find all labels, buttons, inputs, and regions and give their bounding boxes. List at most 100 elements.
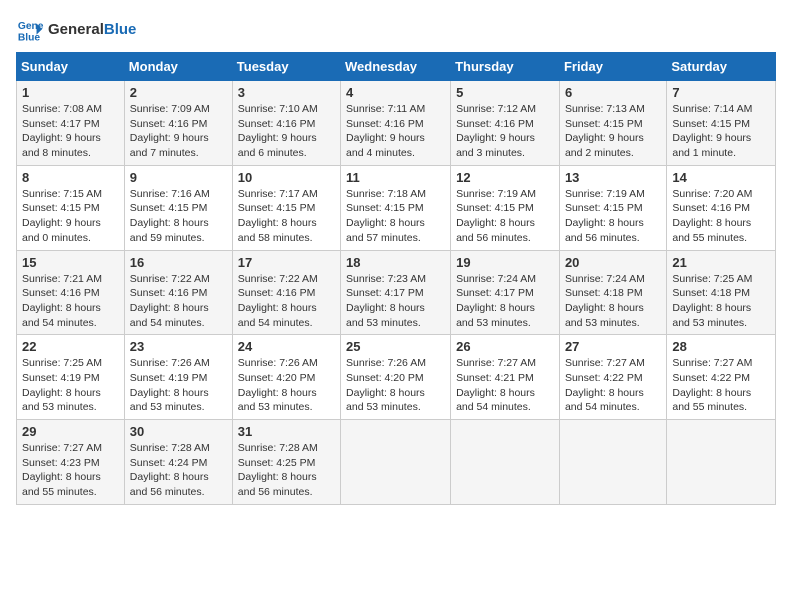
day-cell: 25 Sunrise: 7:26 AMSunset: 4:20 PMDaylig… — [341, 335, 451, 420]
day-number: 18 — [346, 255, 445, 270]
day-number: 19 — [456, 255, 554, 270]
day-info: Sunrise: 7:24 AMSunset: 4:17 PMDaylight:… — [456, 272, 554, 331]
day-cell — [341, 420, 451, 505]
day-number: 14 — [672, 170, 770, 185]
day-header-saturday: Saturday — [667, 53, 776, 81]
day-number: 5 — [456, 85, 554, 100]
day-cell: 11 Sunrise: 7:18 AMSunset: 4:15 PMDaylig… — [341, 165, 451, 250]
calendar-table: SundayMondayTuesdayWednesdayThursdayFrid… — [16, 52, 776, 505]
day-cell: 1 Sunrise: 7:08 AMSunset: 4:17 PMDayligh… — [17, 81, 125, 166]
day-cell: 27 Sunrise: 7:27 AMSunset: 4:22 PMDaylig… — [559, 335, 666, 420]
day-info: Sunrise: 7:14 AMSunset: 4:15 PMDaylight:… — [672, 102, 770, 161]
day-cell: 20 Sunrise: 7:24 AMSunset: 4:18 PMDaylig… — [559, 250, 666, 335]
day-number: 7 — [672, 85, 770, 100]
day-number: 10 — [238, 170, 335, 185]
day-cell — [559, 420, 666, 505]
day-info: Sunrise: 7:26 AMSunset: 4:20 PMDaylight:… — [238, 356, 335, 415]
logo-text: GeneralBlue — [48, 21, 136, 39]
day-info: Sunrise: 7:24 AMSunset: 4:18 PMDaylight:… — [565, 272, 661, 331]
day-cell: 8 Sunrise: 7:15 AMSunset: 4:15 PMDayligh… — [17, 165, 125, 250]
day-info: Sunrise: 7:25 AMSunset: 4:18 PMDaylight:… — [672, 272, 770, 331]
day-info: Sunrise: 7:12 AMSunset: 4:16 PMDaylight:… — [456, 102, 554, 161]
day-number: 1 — [22, 85, 119, 100]
day-info: Sunrise: 7:19 AMSunset: 4:15 PMDaylight:… — [565, 187, 661, 246]
day-info: Sunrise: 7:27 AMSunset: 4:21 PMDaylight:… — [456, 356, 554, 415]
day-info: Sunrise: 7:10 AMSunset: 4:16 PMDaylight:… — [238, 102, 335, 161]
day-info: Sunrise: 7:18 AMSunset: 4:15 PMDaylight:… — [346, 187, 445, 246]
day-cell: 29 Sunrise: 7:27 AMSunset: 4:23 PMDaylig… — [17, 420, 125, 505]
day-number: 29 — [22, 424, 119, 439]
day-cell: 15 Sunrise: 7:21 AMSunset: 4:16 PMDaylig… — [17, 250, 125, 335]
day-cell — [667, 420, 776, 505]
logo: General Blue GeneralBlue — [16, 16, 136, 44]
day-number: 12 — [456, 170, 554, 185]
day-info: Sunrise: 7:08 AMSunset: 4:17 PMDaylight:… — [22, 102, 119, 161]
day-cell: 31 Sunrise: 7:28 AMSunset: 4:25 PMDaylig… — [232, 420, 340, 505]
page-header: General Blue GeneralBlue — [16, 16, 776, 44]
day-number: 20 — [565, 255, 661, 270]
day-cell: 17 Sunrise: 7:22 AMSunset: 4:16 PMDaylig… — [232, 250, 340, 335]
day-header-sunday: Sunday — [17, 53, 125, 81]
day-cell: 4 Sunrise: 7:11 AMSunset: 4:16 PMDayligh… — [341, 81, 451, 166]
day-number: 17 — [238, 255, 335, 270]
day-cell: 22 Sunrise: 7:25 AMSunset: 4:19 PMDaylig… — [17, 335, 125, 420]
day-cell: 13 Sunrise: 7:19 AMSunset: 4:15 PMDaylig… — [559, 165, 666, 250]
day-cell: 2 Sunrise: 7:09 AMSunset: 4:16 PMDayligh… — [124, 81, 232, 166]
day-info: Sunrise: 7:20 AMSunset: 4:16 PMDaylight:… — [672, 187, 770, 246]
day-cell: 10 Sunrise: 7:17 AMSunset: 4:15 PMDaylig… — [232, 165, 340, 250]
day-number: 22 — [22, 339, 119, 354]
day-info: Sunrise: 7:25 AMSunset: 4:19 PMDaylight:… — [22, 356, 119, 415]
day-number: 28 — [672, 339, 770, 354]
day-info: Sunrise: 7:22 AMSunset: 4:16 PMDaylight:… — [130, 272, 227, 331]
day-cell: 6 Sunrise: 7:13 AMSunset: 4:15 PMDayligh… — [559, 81, 666, 166]
week-row-4: 22 Sunrise: 7:25 AMSunset: 4:19 PMDaylig… — [17, 335, 776, 420]
day-info: Sunrise: 7:27 AMSunset: 4:22 PMDaylight:… — [565, 356, 661, 415]
day-number: 25 — [346, 339, 445, 354]
day-number: 16 — [130, 255, 227, 270]
day-cell: 3 Sunrise: 7:10 AMSunset: 4:16 PMDayligh… — [232, 81, 340, 166]
day-info: Sunrise: 7:26 AMSunset: 4:19 PMDaylight:… — [130, 356, 227, 415]
day-cell: 7 Sunrise: 7:14 AMSunset: 4:15 PMDayligh… — [667, 81, 776, 166]
day-info: Sunrise: 7:22 AMSunset: 4:16 PMDaylight:… — [238, 272, 335, 331]
day-cell: 5 Sunrise: 7:12 AMSunset: 4:16 PMDayligh… — [451, 81, 560, 166]
week-row-3: 15 Sunrise: 7:21 AMSunset: 4:16 PMDaylig… — [17, 250, 776, 335]
day-cell: 14 Sunrise: 7:20 AMSunset: 4:16 PMDaylig… — [667, 165, 776, 250]
week-row-2: 8 Sunrise: 7:15 AMSunset: 4:15 PMDayligh… — [17, 165, 776, 250]
day-number: 21 — [672, 255, 770, 270]
logo-icon: General Blue — [16, 16, 44, 44]
day-info: Sunrise: 7:11 AMSunset: 4:16 PMDaylight:… — [346, 102, 445, 161]
day-header-thursday: Thursday — [451, 53, 560, 81]
day-info: Sunrise: 7:26 AMSunset: 4:20 PMDaylight:… — [346, 356, 445, 415]
day-info: Sunrise: 7:27 AMSunset: 4:22 PMDaylight:… — [672, 356, 770, 415]
day-header-friday: Friday — [559, 53, 666, 81]
day-info: Sunrise: 7:16 AMSunset: 4:15 PMDaylight:… — [130, 187, 227, 246]
day-number: 2 — [130, 85, 227, 100]
day-cell: 19 Sunrise: 7:24 AMSunset: 4:17 PMDaylig… — [451, 250, 560, 335]
day-cell: 18 Sunrise: 7:23 AMSunset: 4:17 PMDaylig… — [341, 250, 451, 335]
day-cell — [451, 420, 560, 505]
day-number: 30 — [130, 424, 227, 439]
day-cell: 16 Sunrise: 7:22 AMSunset: 4:16 PMDaylig… — [124, 250, 232, 335]
day-number: 8 — [22, 170, 119, 185]
day-info: Sunrise: 7:15 AMSunset: 4:15 PMDaylight:… — [22, 187, 119, 246]
week-row-1: 1 Sunrise: 7:08 AMSunset: 4:17 PMDayligh… — [17, 81, 776, 166]
day-number: 27 — [565, 339, 661, 354]
day-number: 11 — [346, 170, 445, 185]
day-number: 6 — [565, 85, 661, 100]
day-number: 31 — [238, 424, 335, 439]
day-header-tuesday: Tuesday — [232, 53, 340, 81]
day-info: Sunrise: 7:19 AMSunset: 4:15 PMDaylight:… — [456, 187, 554, 246]
day-cell: 12 Sunrise: 7:19 AMSunset: 4:15 PMDaylig… — [451, 165, 560, 250]
day-number: 24 — [238, 339, 335, 354]
calendar-header-row: SundayMondayTuesdayWednesdayThursdayFrid… — [17, 53, 776, 81]
day-info: Sunrise: 7:17 AMSunset: 4:15 PMDaylight:… — [238, 187, 335, 246]
day-info: Sunrise: 7:28 AMSunset: 4:24 PMDaylight:… — [130, 441, 227, 500]
calendar-body: 1 Sunrise: 7:08 AMSunset: 4:17 PMDayligh… — [17, 81, 776, 505]
day-header-monday: Monday — [124, 53, 232, 81]
day-cell: 26 Sunrise: 7:27 AMSunset: 4:21 PMDaylig… — [451, 335, 560, 420]
day-info: Sunrise: 7:28 AMSunset: 4:25 PMDaylight:… — [238, 441, 335, 500]
day-cell: 23 Sunrise: 7:26 AMSunset: 4:19 PMDaylig… — [124, 335, 232, 420]
day-number: 13 — [565, 170, 661, 185]
day-info: Sunrise: 7:27 AMSunset: 4:23 PMDaylight:… — [22, 441, 119, 500]
week-row-5: 29 Sunrise: 7:27 AMSunset: 4:23 PMDaylig… — [17, 420, 776, 505]
